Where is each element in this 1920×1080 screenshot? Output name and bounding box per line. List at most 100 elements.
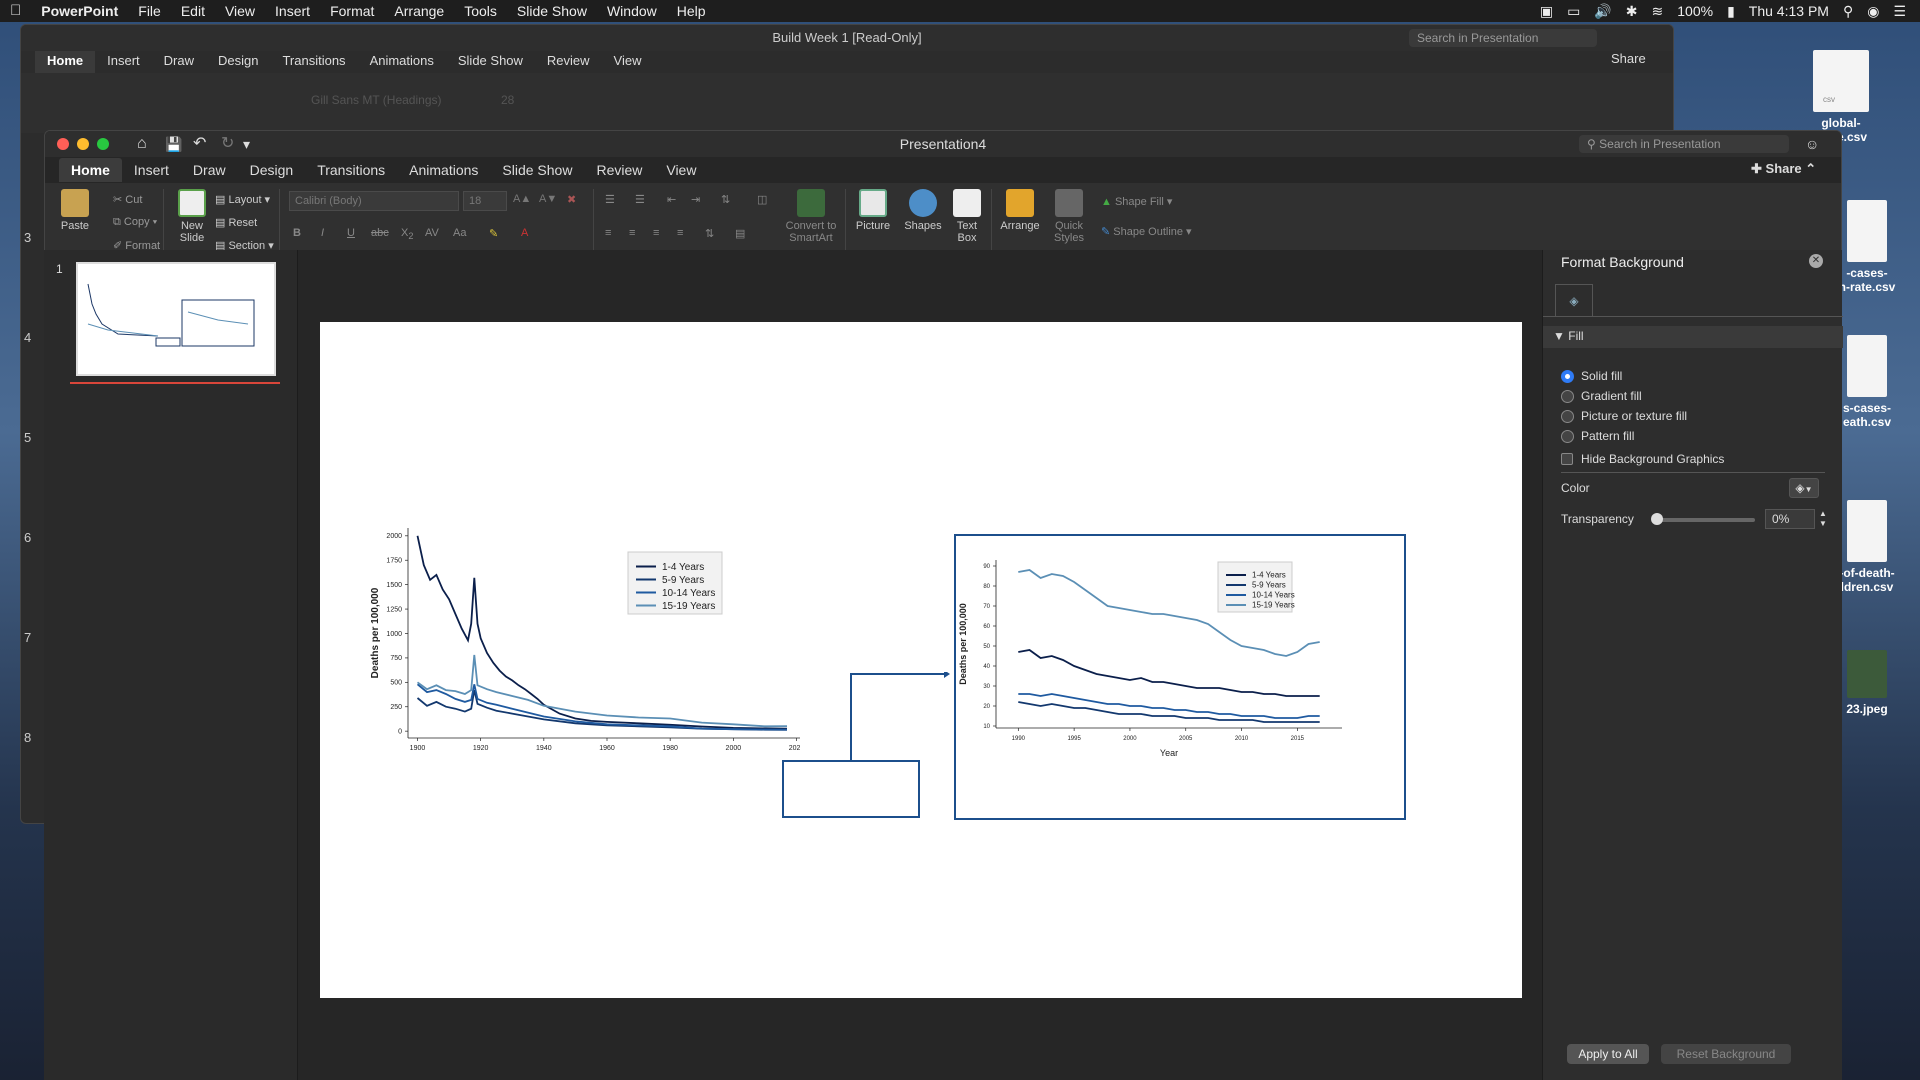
increase-font-icon[interactable]: A▲ (513, 193, 531, 205)
slide-thumbnail[interactable] (76, 262, 276, 376)
cut-button[interactable]: ✂ Cut (113, 193, 142, 206)
minimize-button[interactable] (77, 138, 89, 150)
layout-button[interactable]: ▤ Layout ▾ (215, 193, 270, 206)
zoom-button[interactable] (97, 138, 109, 150)
align-left-icon[interactable]: ≡ (605, 227, 611, 239)
undo-icon[interactable]: ↶ (193, 131, 206, 157)
line-spacing-icon[interactable]: ⇅ (721, 193, 730, 206)
picture-fill-radio[interactable] (1561, 410, 1574, 423)
tab-draw[interactable]: Draw (181, 158, 238, 182)
clock[interactable]: Thu 4:13 PM (1749, 3, 1829, 19)
zoomed-line-chart[interactable]: 1990 1995 2000 2005 2010 2015 10 20 30 40 50 60 70 80… (956, 536, 1404, 818)
new-slide-button[interactable]: New Slide (169, 189, 215, 244)
tab-slide-show[interactable]: Slide Show (446, 51, 535, 73)
shape-fill-button[interactable]: ▲ Shape Fill ▾ (1101, 195, 1172, 208)
tab-transitions[interactable]: Transitions (305, 158, 397, 182)
transparency-slider-knob[interactable] (1651, 513, 1663, 525)
wifi-icon[interactable]: ≋ (1652, 3, 1664, 20)
save-icon[interactable]: 💾 (165, 131, 182, 157)
align-center-icon[interactable]: ≡ (629, 227, 635, 239)
italic-icon[interactable]: I (321, 227, 324, 239)
numbering-icon[interactable]: ☰ (635, 193, 645, 206)
battery-percent[interactable]: 100% (1677, 3, 1713, 19)
apple-icon[interactable]:  (0, 0, 31, 22)
columns-icon[interactable]: ◫ (757, 193, 767, 206)
menu-tools[interactable]: Tools (454, 0, 507, 22)
shape-outline-button[interactable]: ✎ Shape Outline ▾ (1101, 225, 1192, 238)
spotlight-icon[interactable]: ⚲ (1843, 3, 1853, 20)
background-search-input[interactable]: Search in Presentation (1409, 29, 1597, 47)
justify-icon[interactable]: ≡ (677, 227, 683, 239)
bluetooth-icon[interactable]: ✱ (1626, 3, 1638, 20)
tab-home[interactable]: Home (59, 158, 122, 182)
clear-format-icon[interactable]: ✖ (567, 193, 576, 206)
slide-canvas[interactable]: 1900 1920 1940 1960 1980 2000 2020 0 250 500 750 10… (320, 322, 1522, 998)
copy-button[interactable]: ⧉ Copy ▾ (113, 216, 157, 229)
search-input[interactable]: ⚲ Search in Presentation (1579, 135, 1789, 153)
strikethrough-icon[interactable]: abc (371, 227, 389, 239)
home-icon[interactable]: ⌂ (137, 131, 147, 157)
menu-edit[interactable]: Edit (171, 0, 215, 22)
decrease-indent-icon[interactable]: ⇤ (667, 193, 676, 206)
background-share-button[interactable]: Share (1611, 51, 1646, 66)
tab-view[interactable]: View (654, 158, 708, 182)
menu-slide-show[interactable]: Slide Show (507, 0, 597, 22)
customize-toolbar-icon[interactable]: ▾ (243, 131, 250, 157)
collapse-ribbon-icon[interactable]: ⌃ (1805, 161, 1816, 176)
siri-icon[interactable]: ◉ (1867, 3, 1879, 20)
tab-review[interactable]: Review (535, 51, 602, 73)
character-spacing-icon[interactable]: AV (425, 227, 439, 239)
close-pane-icon[interactable]: ✕ (1809, 254, 1823, 268)
apply-to-all-button[interactable]: Apply to All (1567, 1044, 1649, 1064)
shapes-button[interactable]: Shapes (901, 189, 945, 232)
menu-window[interactable]: Window (597, 0, 667, 22)
tab-design[interactable]: Design (206, 51, 270, 73)
text-direction-icon[interactable]: ⇅ (705, 227, 714, 240)
quick-styles-button[interactable]: Quick Styles (1049, 189, 1089, 244)
tab-design[interactable]: Design (238, 158, 306, 182)
menu-help[interactable]: Help (667, 0, 716, 22)
transparency-input[interactable]: 0% (1765, 509, 1815, 529)
color-picker-button[interactable]: ◈▼ (1789, 478, 1819, 498)
menu-view[interactable]: View (215, 0, 265, 22)
fill-tab-button[interactable]: ◈ (1555, 284, 1593, 316)
battery-icon[interactable]: ▮ (1727, 3, 1735, 20)
notification-center-icon[interactable]: ☰ (1893, 3, 1906, 20)
transparency-slider-track[interactable] (1655, 518, 1755, 522)
volume-icon[interactable]: 🔊 (1594, 3, 1611, 20)
bullets-icon[interactable]: ☰ (605, 193, 615, 206)
main-line-chart[interactable]: 1900 1920 1940 1960 1980 2000 2020 0 250 500 750 10… (360, 522, 800, 752)
change-case-icon[interactable]: Aa (453, 227, 466, 239)
airplay-icon[interactable]: ▭ (1567, 3, 1580, 20)
font-size-select[interactable]: 18 (463, 191, 507, 211)
smiley-feedback-icon[interactable]: ☺ (1805, 131, 1819, 157)
reset-background-button[interactable]: Reset Background (1661, 1044, 1791, 1064)
decrease-font-icon[interactable]: A▼ (539, 193, 557, 205)
convert-smartart-button[interactable]: Convert to SmartArt (781, 189, 841, 244)
gradient-fill-radio[interactable] (1561, 390, 1574, 403)
tab-home[interactable]: Home (35, 51, 96, 73)
increase-indent-icon[interactable]: ⇥ (691, 193, 700, 206)
menu-arrange[interactable]: Arrange (384, 0, 454, 22)
align-text-icon[interactable]: ▤ (735, 227, 745, 240)
underline-icon[interactable]: U (347, 227, 355, 239)
arrange-button[interactable]: Arrange (997, 189, 1043, 232)
pattern-fill-radio[interactable] (1561, 430, 1574, 443)
tab-insert[interactable]: Insert (95, 51, 152, 73)
menu-app-name[interactable]: PowerPoint (31, 0, 128, 22)
menu-file[interactable]: File (128, 0, 171, 22)
share-button[interactable]: ✚ Share ⌃ (1751, 161, 1816, 177)
font-color-icon[interactable]: A (521, 227, 528, 239)
zoom-highlight-box[interactable] (782, 760, 920, 818)
menu-format[interactable]: Format (320, 0, 384, 22)
transparency-stepper-icon[interactable]: ▲ ▼ (1819, 509, 1827, 529)
solid-fill-radio[interactable] (1561, 370, 1574, 383)
tab-draw[interactable]: Draw (152, 51, 206, 73)
zoomed-chart-frame[interactable]: 1990 1995 2000 2005 2010 2015 10 20 30 40 50 60 70 80… (954, 534, 1406, 820)
subscript-icon[interactable]: X2 (401, 227, 413, 241)
reset-button[interactable]: ▤ Reset (215, 216, 257, 229)
tab-review[interactable]: Review (584, 158, 654, 182)
bold-icon[interactable]: B (293, 227, 301, 239)
font-name-select[interactable]: Calibri (Body) (289, 191, 459, 211)
slide-editor[interactable]: 1900 1920 1940 1960 1980 2000 2020 0 250 500 750 10… (298, 250, 1542, 1080)
